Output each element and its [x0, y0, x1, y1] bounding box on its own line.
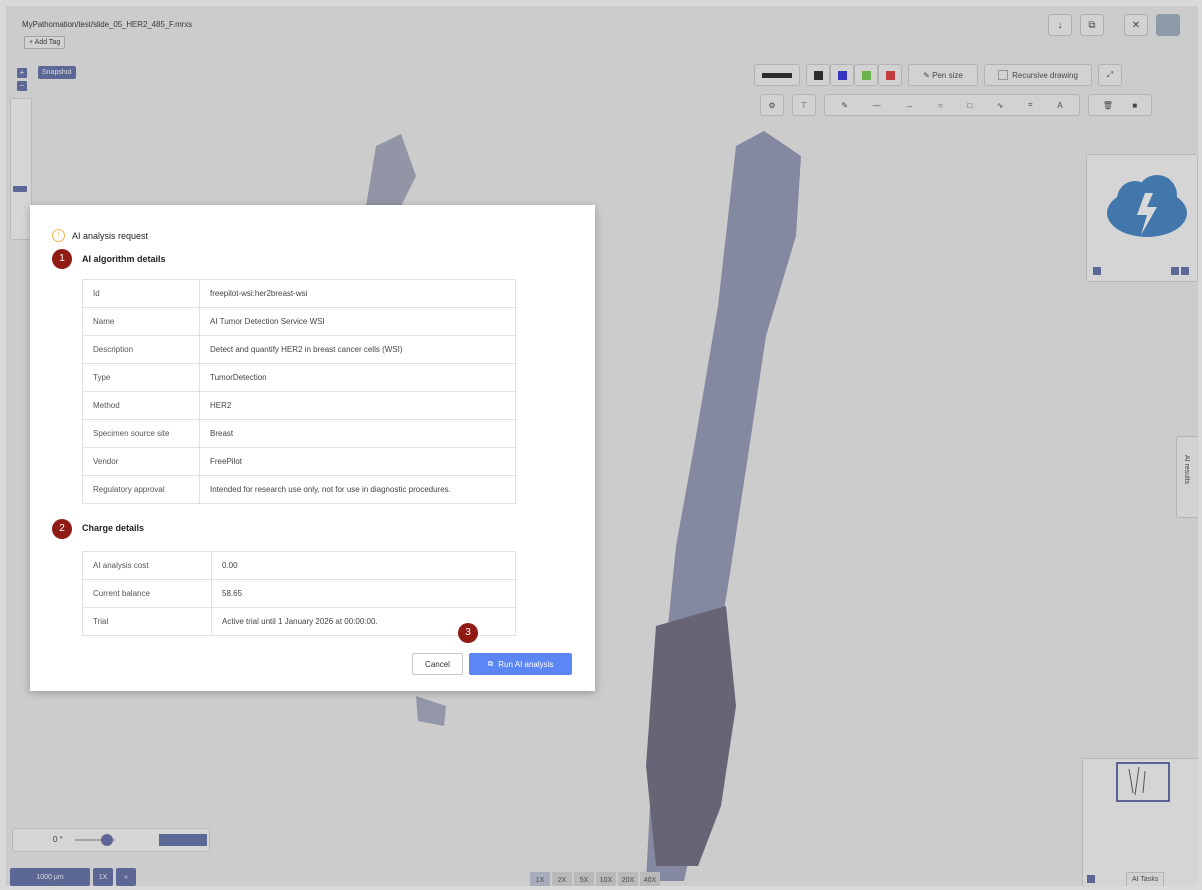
table-row: Vendor FreePilot	[82, 447, 516, 476]
algorithm-details-table: Id freepilot-wsi:her2breast-wsi Name AI Tu…	[82, 279, 516, 504]
ai-analysis-dialog: ! AI analysis request 1 AI algorithm det…	[30, 205, 595, 691]
copy-icon: ⧉	[487, 659, 494, 668]
table-row: Id freepilot-wsi:her2breast-wsi	[82, 279, 516, 308]
table-row: Method HER2	[82, 391, 516, 420]
table-row: Regulatory approval Intended for research…	[82, 475, 516, 504]
run-ai-analysis-button[interactable]: ⧉ Run AI analysis	[469, 653, 572, 675]
dialog-header: ! AI analysis request	[52, 229, 148, 242]
algorithm-section-title: AI algorithm details	[82, 254, 166, 264]
dialog-title: AI analysis request	[72, 230, 149, 241]
info-icon: !	[52, 229, 65, 242]
table-row: Name AI Tumor Detection Service WSI	[82, 307, 516, 336]
table-row: Description Detect and quantify HER2 in b…	[82, 335, 516, 364]
table-row: Specimen source site Breast	[82, 419, 516, 448]
table-row: Trial Active trial until 1 January 2026 a…	[82, 607, 516, 636]
run-ai-analysis-label: Run AI analysis	[498, 659, 554, 669]
cancel-button[interactable]: Cancel	[412, 653, 463, 675]
step-badge-3: 3	[458, 623, 478, 643]
table-row: Type TumorDetection	[82, 363, 516, 392]
charge-section-title: Charge details	[82, 523, 145, 533]
step-badge-1: 1	[52, 249, 72, 269]
table-row: Current balance 58.65	[82, 579, 516, 608]
step-badge-2: 2	[52, 519, 72, 539]
table-row: AI analysis cost 0.00	[82, 551, 516, 580]
charge-details-table: AI analysis cost 0.00 Current balance 58.6…	[82, 551, 516, 636]
